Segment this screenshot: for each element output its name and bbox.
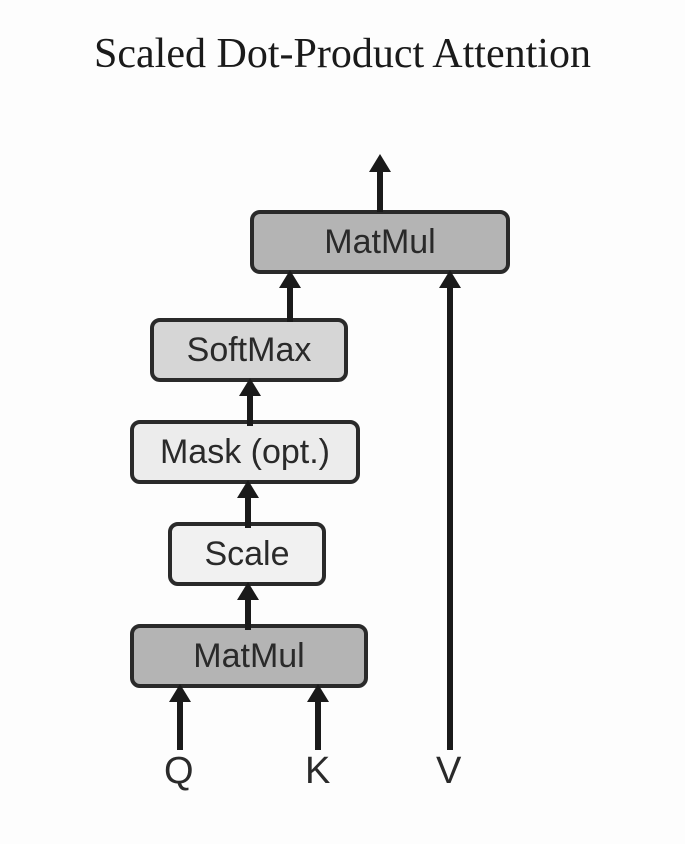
input-k-label: K [305,750,330,793]
diagram-title: Scaled Dot-Product Attention [0,30,685,78]
block-label: Scale [204,535,289,574]
block-label: Mask (opt.) [160,433,330,472]
block-softmax: SoftMax [150,318,348,382]
block-matmul-bottom: MatMul [130,624,368,688]
block-matmul-top: MatMul [250,210,510,274]
block-label: MatMul [193,637,304,676]
block-label: MatMul [324,223,435,262]
input-v-label: V [436,750,461,793]
block-label: SoftMax [187,331,312,370]
block-scale: Scale [168,522,326,586]
block-mask: Mask (opt.) [130,420,360,484]
input-q-label: Q [164,750,194,793]
attention-diagram: MatMul SoftMax Mask (opt.) Scale MatMul … [0,140,685,844]
